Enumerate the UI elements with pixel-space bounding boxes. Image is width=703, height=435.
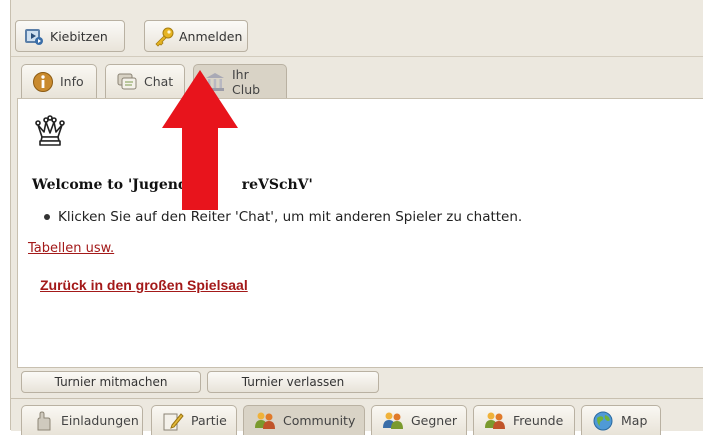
- hand-icon: [32, 410, 54, 432]
- pencil-icon: [162, 410, 184, 432]
- top-toolbar: Kiebitzen Anmelden: [11, 0, 703, 57]
- tab-partie[interactable]: Partie: [151, 405, 237, 435]
- join-tournament-button[interactable]: Turnier mitmachen: [21, 371, 201, 393]
- chat-hint-text: Klicken Sie auf den Reiter 'Chat', um mi…: [58, 209, 523, 225]
- chat-hint-item: Klicken Sie auf den Reiter 'Chat', um mi…: [44, 209, 522, 225]
- tab-freunde-label: Freunde: [513, 413, 564, 428]
- tournament-bar: Turnier mitmachen Turnier verlassen: [17, 368, 703, 394]
- anmelden-label: Anmelden: [179, 28, 243, 44]
- app-frame: Kiebitzen Anmelden Info Chat Ihr Club We…: [10, 0, 703, 435]
- bottom-tab-bar: Einladungen Partie Community Gegner Freu…: [11, 398, 703, 435]
- anmelden-button[interactable]: Anmelden: [144, 20, 248, 52]
- tab-info[interactable]: Info: [21, 64, 97, 98]
- people-icon: [484, 410, 506, 432]
- info-icon: [32, 71, 54, 93]
- tab-community[interactable]: Community: [243, 405, 365, 435]
- play-icon: [24, 26, 44, 46]
- tab-community-label: Community: [283, 413, 356, 428]
- people-icon: [382, 410, 404, 432]
- crown-icon: [34, 113, 66, 151]
- top-tab-bar: Info Chat Ihr Club: [11, 58, 703, 98]
- tab-freunde[interactable]: Freunde: [473, 405, 575, 435]
- back-to-lobby-link[interactable]: Zurück in den großen Spielsaal: [40, 277, 248, 293]
- welcome-text-right: reVSchV': [241, 177, 313, 193]
- tab-einladungen[interactable]: Einladungen: [21, 405, 143, 435]
- globe-icon: [592, 410, 614, 432]
- tab-gegner-label: Gegner: [411, 413, 458, 428]
- tab-map[interactable]: Map: [581, 405, 661, 435]
- key-icon: [153, 26, 174, 47]
- bullet-dot: [44, 214, 50, 220]
- leave-tournament-button[interactable]: Turnier verlassen: [207, 371, 379, 393]
- tab-info-label: Info: [60, 74, 84, 89]
- tab-map-label: Map: [621, 413, 648, 428]
- kiebitzen-button[interactable]: Kiebitzen: [15, 20, 125, 52]
- chat-icon: [116, 71, 138, 93]
- red-arrow-annotation: [162, 70, 240, 214]
- tab-einladungen-label: Einladungen: [61, 413, 139, 428]
- kiebitzen-label: Kiebitzen: [50, 28, 108, 44]
- people-icon: [254, 410, 276, 432]
- content-panel: Welcome to 'Jugend reVSchV' Klicken Sie a…: [17, 98, 703, 368]
- tab-partie-label: Partie: [191, 413, 227, 428]
- tab-gegner[interactable]: Gegner: [371, 405, 467, 435]
- tables-link[interactable]: Tabellen usw.: [28, 241, 114, 256]
